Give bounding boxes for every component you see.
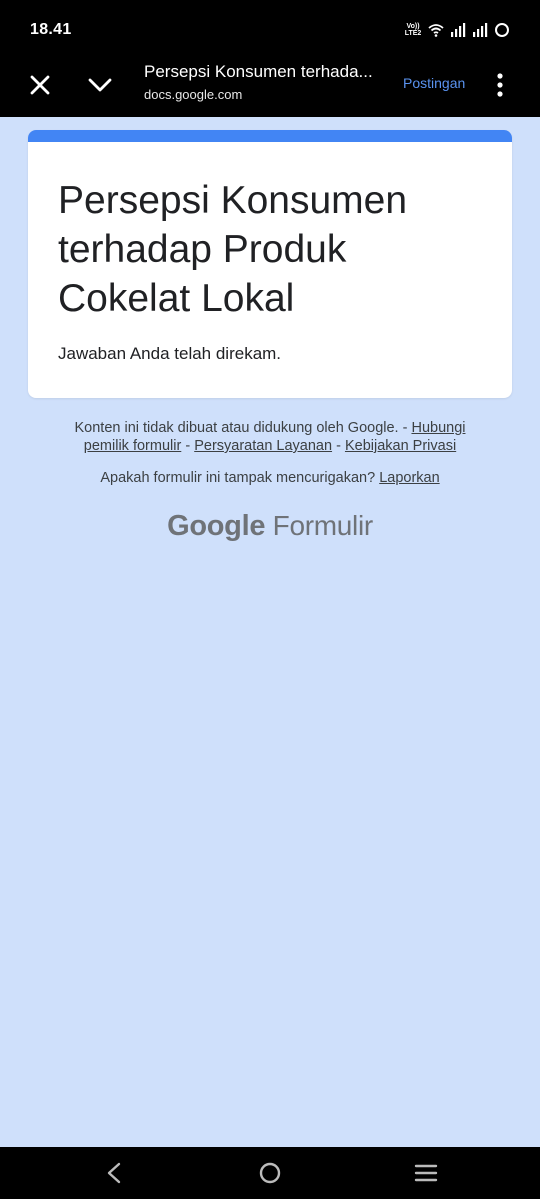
disclaimer: Konten ini tidak dibuat atau didukung ol… bbox=[50, 419, 490, 455]
separator: - bbox=[185, 438, 191, 454]
google-forms-logo[interactable]: Google Formulir bbox=[0, 510, 540, 543]
privacy-link[interactable]: Kebijakan Privasi bbox=[345, 438, 456, 454]
card-accent-bar bbox=[28, 130, 512, 142]
form-card: Persepsi Konsumen terhadap Produk Cokela… bbox=[28, 130, 512, 398]
status-circle-icon bbox=[495, 23, 509, 37]
browser-toolbar: Persepsi Konsumen terhada... docs.google… bbox=[0, 55, 540, 117]
home-icon[interactable] bbox=[258, 1161, 282, 1185]
page-title: Persepsi Konsumen terhada... bbox=[144, 62, 373, 81]
status-time: 18.41 bbox=[30, 21, 72, 38]
confirmation-message: Jawaban Anda telah direkam. bbox=[58, 344, 282, 363]
brand-product: Formulir bbox=[272, 510, 374, 541]
terms-link[interactable]: Persyaratan Layanan bbox=[194, 438, 332, 454]
postingan-button[interactable]: Postingan bbox=[403, 75, 465, 91]
form-title: Persepsi Konsumen terhadap Produk Cokela… bbox=[58, 179, 408, 320]
report-link[interactable]: Laporkan bbox=[379, 470, 439, 486]
volte-lte-icon: Vo)) LTE2 bbox=[404, 23, 422, 37]
signal-sim2-icon bbox=[473, 23, 488, 37]
status-bar: 18.41 Vo)) LTE2 bbox=[0, 0, 540, 55]
more-options-icon[interactable] bbox=[490, 69, 510, 101]
report-line: Apakah formulir ini tampak mencurigakan?… bbox=[50, 469, 490, 487]
page-url: docs.google.com bbox=[144, 87, 243, 102]
brand-google: Google bbox=[167, 510, 266, 542]
back-icon[interactable] bbox=[103, 1161, 125, 1185]
system-nav-bar bbox=[0, 1147, 540, 1199]
separator: - bbox=[336, 438, 341, 454]
status-icons: Vo)) LTE2 bbox=[404, 21, 510, 39]
wifi-icon bbox=[428, 24, 444, 37]
chevron-down-icon[interactable] bbox=[84, 69, 116, 101]
signal-sim1-icon bbox=[451, 23, 466, 37]
report-question: Apakah formulir ini tampak mencurigakan? bbox=[100, 470, 376, 486]
recents-icon[interactable] bbox=[414, 1163, 438, 1183]
disclaimer-text: Konten ini tidak dibuat atau didukung ol… bbox=[74, 420, 408, 436]
close-icon[interactable] bbox=[24, 69, 56, 101]
